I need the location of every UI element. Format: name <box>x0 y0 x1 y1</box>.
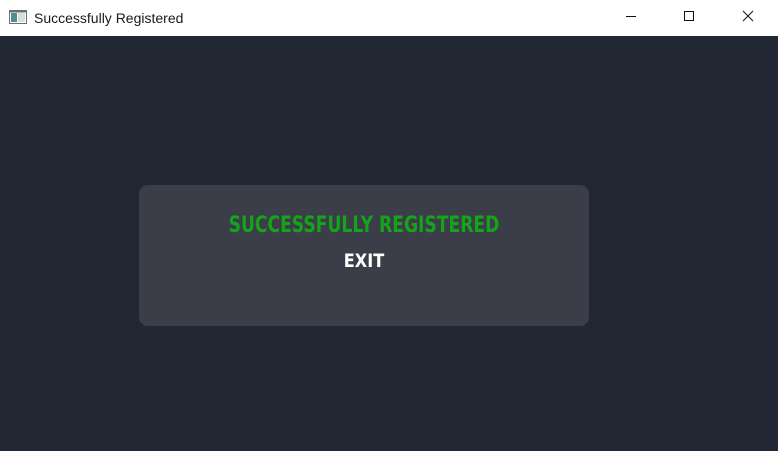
close-button[interactable] <box>718 0 778 36</box>
title-bar[interactable]: Successfully Registered <box>0 0 778 36</box>
exit-button[interactable]: EXIT <box>339 247 390 275</box>
minimize-button[interactable] <box>602 0 660 36</box>
window-title: Successfully Registered <box>34 10 184 26</box>
app-window: Successfully Registered SUCCESSFULLY REG… <box>0 0 778 451</box>
minimize-icon <box>625 9 637 27</box>
maximize-button[interactable] <box>660 0 718 36</box>
success-dialog-panel: SUCCESSFULLY REGISTERED EXIT <box>139 185 589 326</box>
app-window-icon <box>9 10 27 24</box>
close-icon <box>742 9 754 27</box>
success-message: SUCCESSFULLY REGISTERED <box>228 213 500 238</box>
maximize-icon <box>683 9 695 27</box>
